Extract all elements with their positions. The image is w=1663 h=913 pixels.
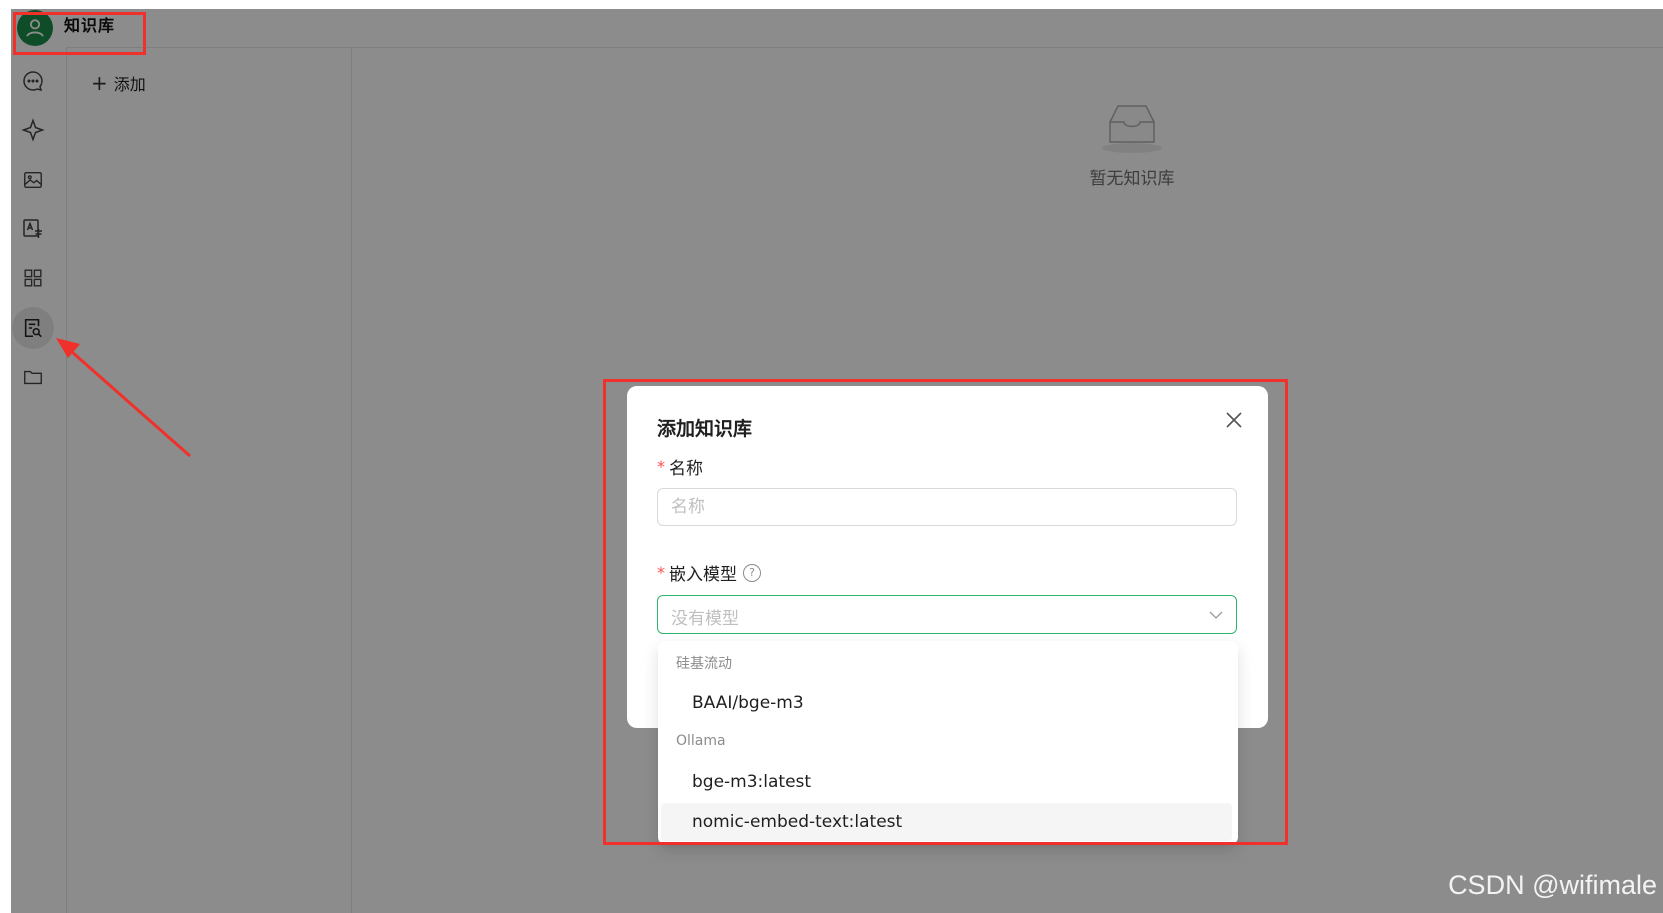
close-button[interactable]	[1222, 408, 1246, 432]
option-group-label: 硅基流动	[676, 656, 732, 672]
chevron-down-icon	[1209, 611, 1223, 619]
help-circle-icon[interactable]: ?	[743, 563, 761, 582]
embedding-model-field-label: * 嵌入模型 ?	[657, 560, 761, 585]
name-field-label: * 名称	[657, 454, 703, 479]
name-input[interactable]	[657, 488, 1237, 526]
required-mark: *	[657, 457, 665, 476]
option-group-label: Ollama	[676, 733, 726, 749]
app-window: 知识库 + 添加 暂无知识库 添加知识库 * 名称 名称 * 嵌入模型 ? 没有…	[11, 9, 1663, 913]
embedding-model-label-text: 嵌入模型	[669, 565, 737, 585]
option-nomic-embed-text-latest[interactable]: nomic-embed-text:latest	[661, 803, 1232, 841]
required-mark: *	[657, 563, 665, 582]
name-label-text: 名称	[669, 459, 703, 479]
option-bge-m3-latest[interactable]: bge-m3:latest	[661, 763, 1232, 801]
embedding-model-select[interactable]: 没有模型	[657, 595, 1237, 634]
embedding-model-dropdown: 硅基流动 BAAI/bge-m3 Ollama bge-m3:latest no…	[658, 641, 1238, 845]
select-placeholder: 没有模型	[671, 609, 739, 629]
close-icon	[1226, 412, 1242, 428]
option-baai-bge-m3[interactable]: BAAI/bge-m3	[661, 684, 1232, 722]
watermark: CSDN @wifimale	[1448, 870, 1657, 900]
modal-title: 添加知识库	[657, 418, 753, 440]
